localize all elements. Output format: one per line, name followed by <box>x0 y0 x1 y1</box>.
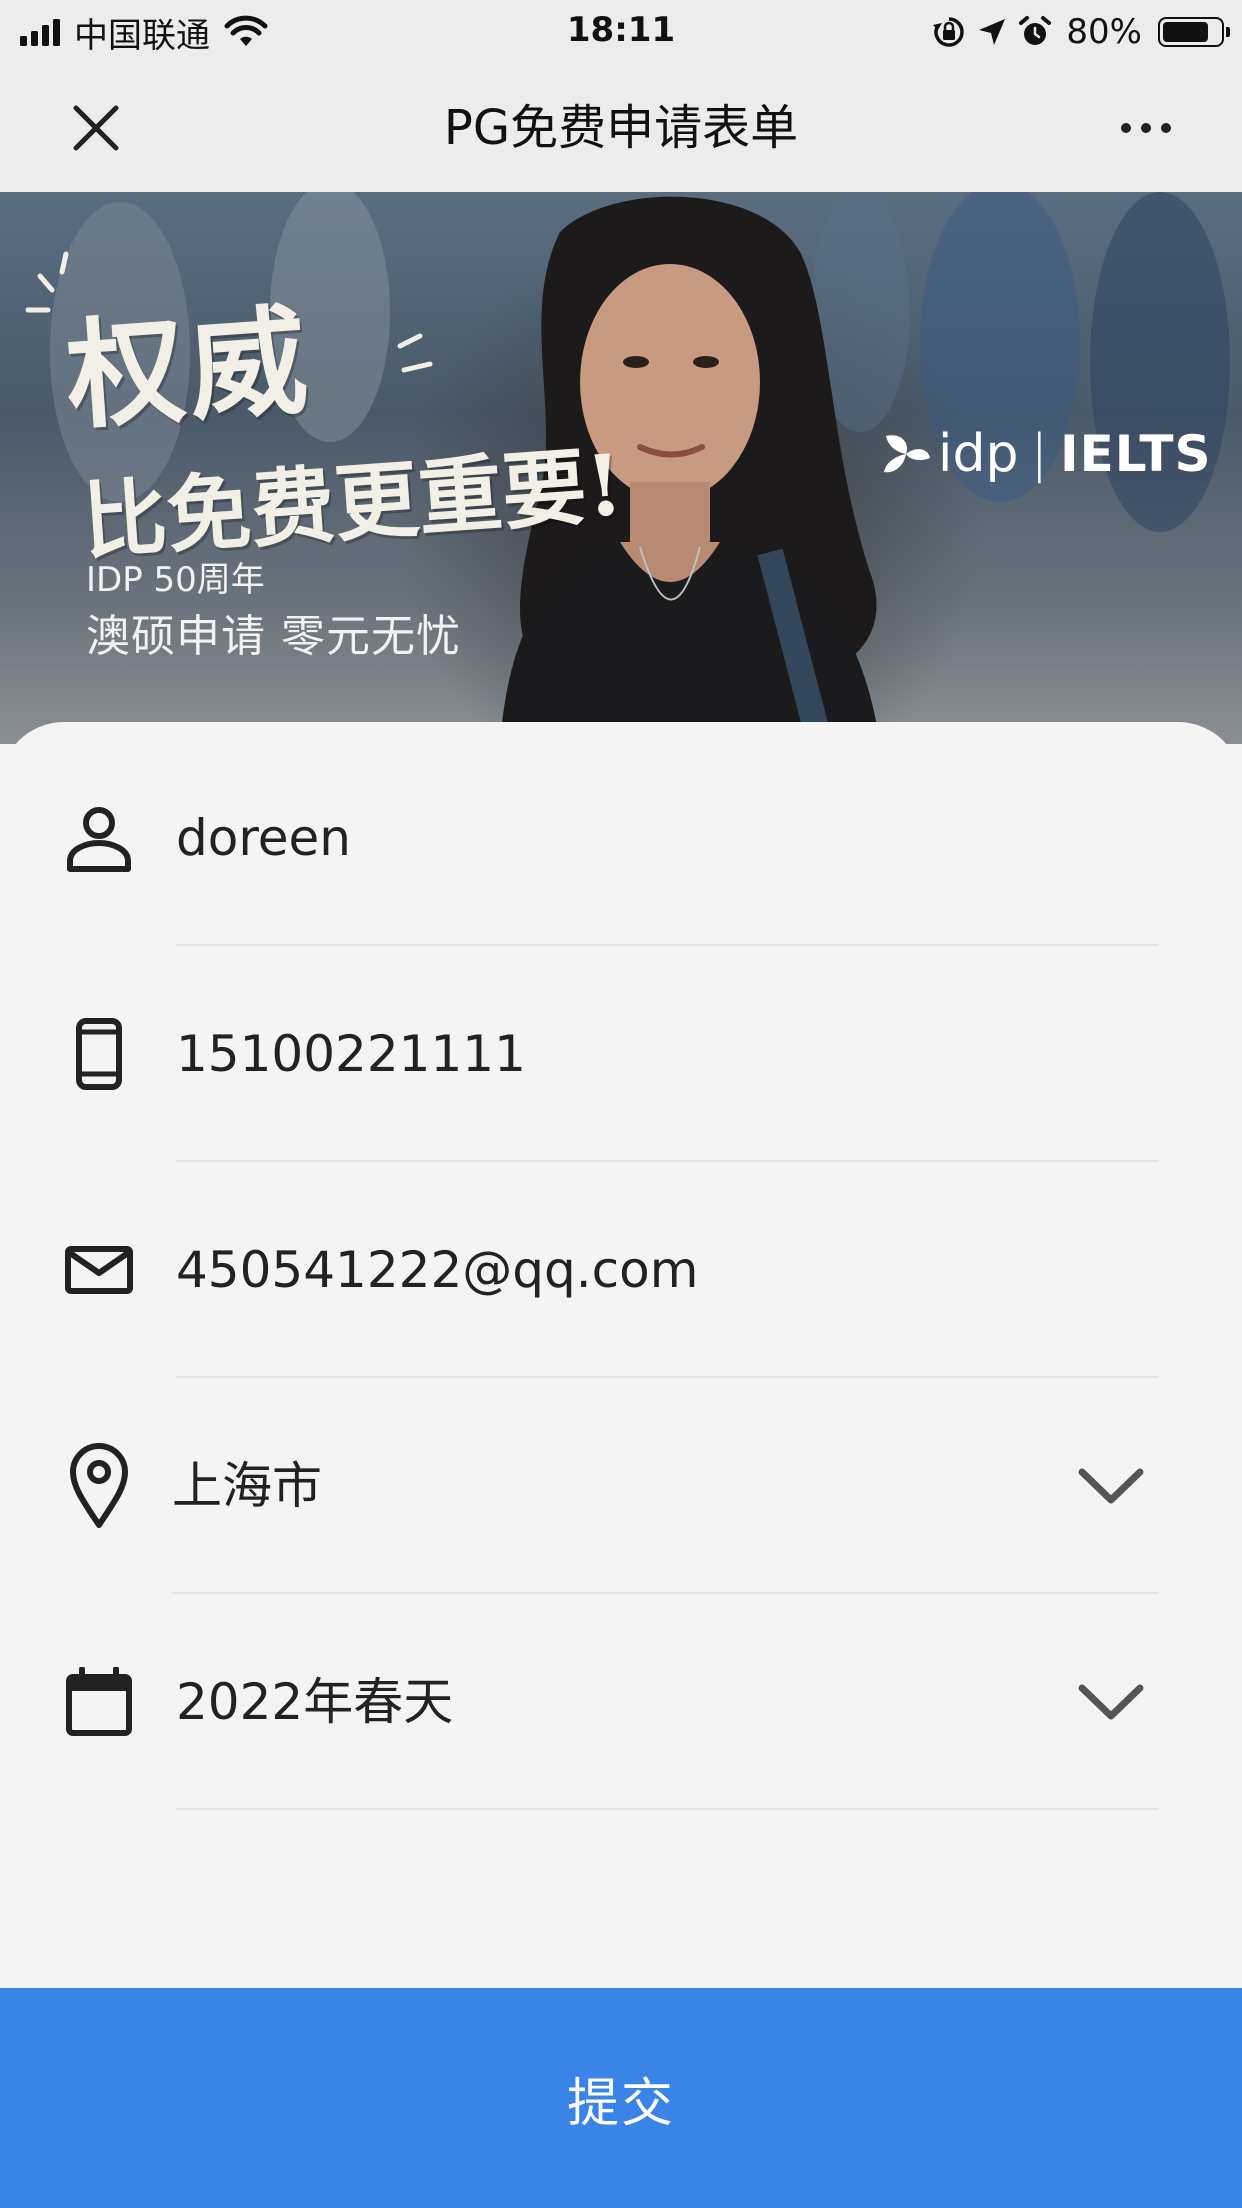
battery-icon <box>1158 17 1230 47</box>
alarm-icon <box>1019 16 1052 45</box>
chevron-down-icon[interactable] <box>1076 1676 1146 1726</box>
banner-headline: 权威 比免费更重要! <box>60 243 626 576</box>
city-value[interactable]: 上海市 <box>172 1378 322 1594</box>
email-value[interactable]: 450541222@qq.com <box>176 1162 698 1378</box>
battery-percent: 80% <box>1066 12 1142 52</box>
idp-logo-icon <box>884 435 930 473</box>
status-bar: 中国联通 18:11 80% <box>0 0 1242 64</box>
idp-ielts-logo: idp | IELTS <box>880 424 1211 484</box>
submit-button[interactable]: 提交 <box>0 1988 1242 2208</box>
person-icon <box>62 796 136 880</box>
email-field[interactable]: 450541222@qq.com <box>0 1162 1242 1378</box>
location-icon <box>979 19 1006 45</box>
chevron-down-icon[interactable] <box>1076 1460 1146 1510</box>
status-right: 80% <box>932 10 1230 54</box>
mail-icon <box>62 1228 136 1312</box>
rotation-lock-icon <box>933 17 965 47</box>
intake-value[interactable]: 2022年春天 <box>176 1594 453 1810</box>
phone-value[interactable]: 15100221111 <box>176 946 526 1162</box>
logo-idp-text: idp <box>938 424 1019 484</box>
location-pin-icon <box>62 1443 136 1528</box>
name-value[interactable]: doreen <box>176 730 351 946</box>
intake-select[interactable]: 2022年春天 <box>0 1594 1242 1810</box>
page-title: PG免费申请表单 <box>443 100 799 156</box>
banner-headline-line1: 权威 <box>62 290 316 447</box>
more-icon[interactable] <box>1116 112 1176 144</box>
name-field[interactable]: doreen <box>0 730 1242 946</box>
banner-tagline: 澳硕申请 零元无忧 <box>86 611 461 662</box>
phone-field[interactable]: 15100221111 <box>0 946 1242 1162</box>
logo-separator: | <box>1030 424 1048 484</box>
logo-ielts-text: IELTS <box>1060 425 1212 483</box>
promo-banner[interactable]: 权威 比免费更重要! IDP 50周年 澳硕申请 零元无忧 idp | IELT… <box>0 192 1242 744</box>
city-select[interactable]: 上海市 <box>0 1378 1242 1594</box>
phone-icon <box>62 1012 136 1096</box>
banner-subtitle: IDP 50周年 <box>86 560 265 600</box>
nav-bar: PG免费申请表单 <box>0 64 1242 192</box>
field-divider <box>176 1808 1158 1810</box>
calendar-icon <box>62 1660 136 1744</box>
application-form: doreen 15100221111 450541222@qq.com 上海市 … <box>0 722 1242 1988</box>
